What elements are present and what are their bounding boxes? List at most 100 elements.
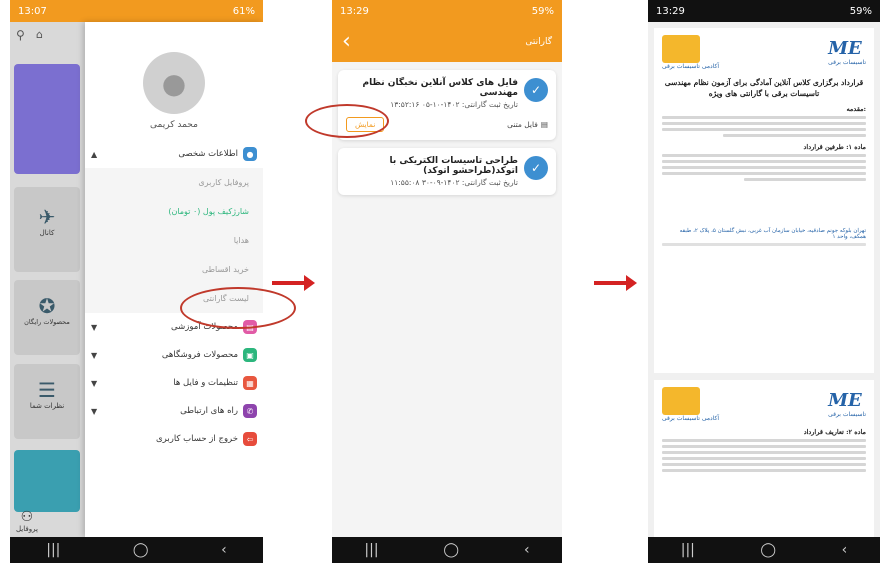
menu-label: محصولات فروشگاهی: [161, 350, 238, 360]
system-nav-bar: ||| ◯ ‹: [648, 537, 880, 563]
shield-icon: ✓: [524, 156, 548, 180]
page-title: گارانتی: [525, 37, 552, 47]
back-icon[interactable]: ‹: [221, 542, 227, 558]
medal-icon: ✪: [38, 294, 56, 318]
phone-screen-menu: 13:07 61% ⚲ ⌂ ✈ کانال ✪ محصولات رایگان ☰…: [10, 0, 263, 563]
user-icon: ●: [243, 147, 257, 161]
submenu-gifts[interactable]: هدایا: [85, 226, 263, 255]
logo-caption: تاسیسات برقی: [828, 59, 866, 66]
free-products-tile[interactable]: ✪ محصولات رایگان: [14, 280, 80, 355]
profile-icon: ⚇: [20, 509, 34, 525]
shield-icon: ✓: [524, 78, 548, 102]
background-home: ⚲ ⌂ ✈ کانال ✪ محصولات رایگان ☰ نظرات شما…: [10, 22, 85, 537]
promo-image[interactable]: [14, 450, 80, 512]
document-footer: تهران بلوکه جونم صادقیه، خیابان سازمان آ…: [679, 228, 866, 240]
section-heading: مقدمه:: [846, 105, 866, 113]
back-arrow-icon[interactable]: ‹: [342, 31, 351, 53]
system-nav-bar: ||| ◯ ‹: [332, 537, 562, 563]
logo-caption: آکادمی تاسیسات برقی: [662, 62, 720, 70]
document-page: آکادمی تاسیسات برقی ME تاسیسات برقی ماده…: [654, 380, 874, 540]
home-icon[interactable]: ◯: [133, 542, 149, 558]
users-icon: ☰: [38, 378, 56, 402]
document-title: قرارداد برگزاری کلاس آنلاین آمادگی برای …: [664, 78, 864, 98]
menu-personal-info[interactable]: ● اطلاعات شخصی ▲: [85, 140, 263, 168]
highlight-oval: [180, 287, 296, 329]
shop-icon: ▣: [243, 348, 257, 362]
status-time: 13:07: [18, 5, 47, 17]
academy-logo: [662, 34, 700, 63]
menu-shop-products[interactable]: ▣ محصولات فروشگاهی ▼: [85, 341, 263, 369]
card-title: فایل های کلاس آنلاین نخبگان نظام مهندسی: [362, 78, 518, 98]
home-icon[interactable]: ◯: [443, 542, 459, 558]
logout-icon: ⇦: [243, 432, 257, 446]
menu-label: اطلاعات شخصی: [178, 149, 238, 159]
system-nav-bar: ||| ◯ ‹: [10, 537, 263, 563]
channel-tile[interactable]: ✈ کانال: [14, 187, 80, 272]
submenu-label: پروفایل کاربری: [198, 178, 249, 187]
highlight-oval: [305, 104, 389, 138]
recent-apps-icon[interactable]: |||: [364, 542, 378, 558]
side-drawer: ● محمد کریمی ● اطلاعات شخصی ▲ پروفایل کا…: [85, 22, 263, 537]
user-name: محمد کریمی: [150, 120, 198, 130]
person-icon: ●: [161, 66, 187, 100]
comments-tile[interactable]: ☰ نظرات شما: [14, 364, 80, 439]
menu-label: تنظیمات و فایل ها: [173, 378, 238, 388]
chevron-down-icon: ▼: [91, 350, 98, 360]
submenu-installments[interactable]: خرید اقساطی: [85, 255, 263, 284]
chevron-down-icon: ▼: [91, 322, 98, 332]
battery-level: 61%: [232, 5, 255, 17]
recent-apps-icon[interactable]: |||: [681, 542, 695, 558]
card-title: طراحی تاسیسات الکتریکی با اتوکد(طراحشو ا…: [389, 156, 518, 176]
app-header: ‹ گارانتی: [332, 22, 562, 62]
battery-level: 59%: [849, 5, 872, 17]
search-icon[interactable]: ⚲: [16, 28, 25, 42]
status-bar: 13:07 61%: [10, 0, 263, 22]
submenu-label: خرید اقساطی: [202, 265, 249, 274]
menu-contact[interactable]: ✆ راه های ارتباطی ▼: [85, 397, 263, 425]
file-type: فایل متنی ▤: [507, 120, 548, 129]
home-icon[interactable]: ◯: [760, 542, 776, 558]
cart-icon[interactable]: ⌂: [36, 28, 43, 41]
settings-icon: ▦: [243, 376, 257, 390]
submenu-label: شارژکیف پول (۰ تومان): [168, 207, 249, 216]
avatar[interactable]: ●: [143, 52, 205, 114]
banner-image[interactable]: [14, 64, 80, 174]
flow-arrow: [272, 275, 315, 291]
card-date: تاریخ ثبت گارانتی: ۱۴۰۲-۰۹-۳۰ ۱۱:۵۵:۰۸: [390, 178, 518, 187]
brand-logo: ME: [828, 38, 862, 59]
chevron-down-icon: ▼: [91, 406, 98, 416]
profile-tab-label: پروفایل: [16, 525, 38, 533]
back-icon[interactable]: ‹: [842, 542, 848, 558]
profile-tab[interactable]: ⚇ پروفایل: [16, 509, 38, 533]
logo-caption: آکادمی تاسیسات برقی: [662, 414, 720, 422]
submenu-wallet[interactable]: شارژکیف پول (۰ تومان): [85, 197, 263, 226]
brand-logo: ME: [828, 390, 862, 411]
phone-screen-document: 13:29 59% آکادمی تاسیسات برقی ME تاسیسات…: [648, 0, 880, 563]
recent-apps-icon[interactable]: |||: [46, 542, 60, 558]
flow-arrow: [594, 275, 637, 291]
phone-screen-warranty: 13:29 59% ‹ گارانتی ✓ فایل های کلاس آنلا…: [332, 0, 562, 563]
academy-logo: [662, 386, 700, 415]
tile-label: کانال: [39, 229, 55, 237]
submenu-profile[interactable]: پروفایل کاربری: [85, 168, 263, 197]
menu-label: راه های ارتباطی: [180, 406, 238, 416]
document-page: آکادمی تاسیسات برقی ME تاسیسات برقی قرار…: [654, 28, 874, 373]
section-heading: ماده ۲: تعاریف قرارداد: [803, 428, 866, 436]
warranty-card[interactable]: ✓ طراحی تاسیسات الکتریکی با اتوکد(طراحشو…: [338, 148, 556, 195]
send-icon: ✈: [38, 205, 56, 229]
menu-settings-files[interactable]: ▦ تنظیمات و فایل ها ▼: [85, 369, 263, 397]
phone-icon: ✆: [243, 404, 257, 418]
menu-logout[interactable]: ⇦ خروج از حساب کاربری: [85, 425, 263, 453]
status-time: 13:29: [340, 5, 369, 17]
chevron-down-icon: ▼: [91, 378, 98, 388]
status-bar: 13:29 59%: [648, 0, 880, 22]
section-heading: ماده ۱: طرفین قرارداد: [803, 143, 866, 151]
status-bar: 13:29 59%: [332, 0, 562, 22]
tile-label: نظرات شما: [29, 402, 65, 410]
menu-label: خروج از حساب کاربری: [156, 434, 238, 444]
chevron-up-icon: ▲: [91, 149, 98, 159]
back-icon[interactable]: ‹: [524, 542, 530, 558]
battery-level: 59%: [531, 5, 554, 17]
status-time: 13:29: [656, 5, 685, 17]
tile-label: محصولات رایگان: [24, 318, 70, 326]
